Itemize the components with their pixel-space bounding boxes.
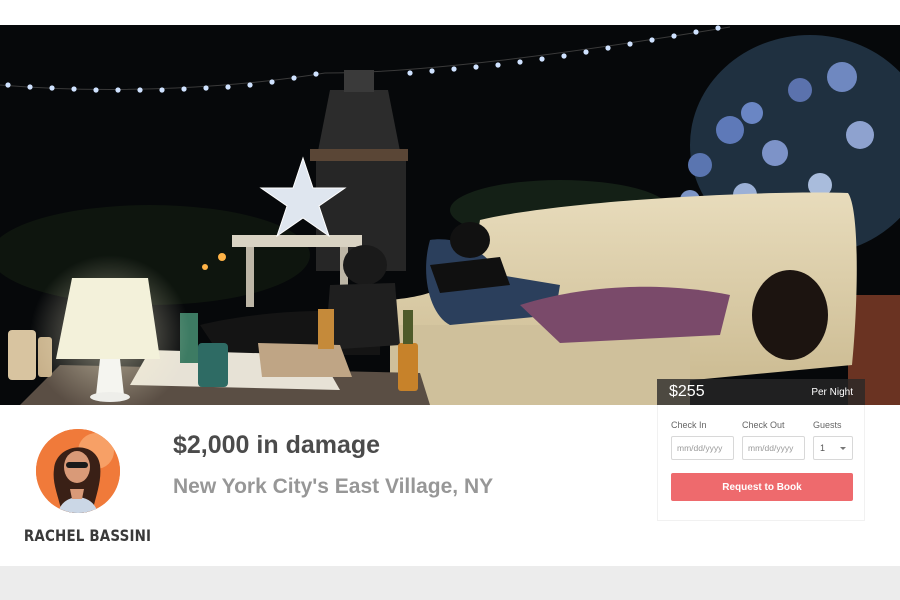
check-in-input[interactable]: mm/dd/yyyy bbox=[671, 436, 734, 460]
host-avatar[interactable] bbox=[36, 429, 120, 513]
check-out-input[interactable]: mm/dd/yyyy bbox=[742, 436, 805, 460]
booking-widget: Check In mm/dd/yyyy Check Out mm/dd/yyyy… bbox=[657, 405, 865, 521]
listing-location: New York City's East Village, NY bbox=[173, 475, 494, 498]
listing-page: RACHEL BASSINI $2,000 in damage New York… bbox=[0, 0, 900, 600]
price-unit: Per Night bbox=[811, 386, 853, 398]
footer-band bbox=[0, 566, 900, 600]
chevron-down-icon bbox=[840, 447, 846, 450]
check-out-label: Check Out bbox=[742, 420, 785, 430]
request-to-book-button[interactable]: Request to Book bbox=[671, 473, 853, 501]
top-strip bbox=[0, 0, 900, 25]
check-in-label: Check In bbox=[671, 420, 707, 430]
price-amount: $255 bbox=[669, 383, 705, 400]
listing-title: $2,000 in damage bbox=[173, 431, 381, 459]
guests-value: 1 bbox=[820, 443, 826, 453]
host-name: RACHEL BASSINI bbox=[23, 526, 152, 545]
guests-select[interactable]: 1 bbox=[813, 436, 853, 460]
guests-label: Guests bbox=[813, 420, 842, 430]
check-out-placeholder: mm/dd/yyyy bbox=[748, 443, 794, 453]
price-bar: $255 Per Night bbox=[657, 379, 865, 405]
check-in-placeholder: mm/dd/yyyy bbox=[677, 443, 723, 453]
hero-photo bbox=[0, 25, 900, 405]
